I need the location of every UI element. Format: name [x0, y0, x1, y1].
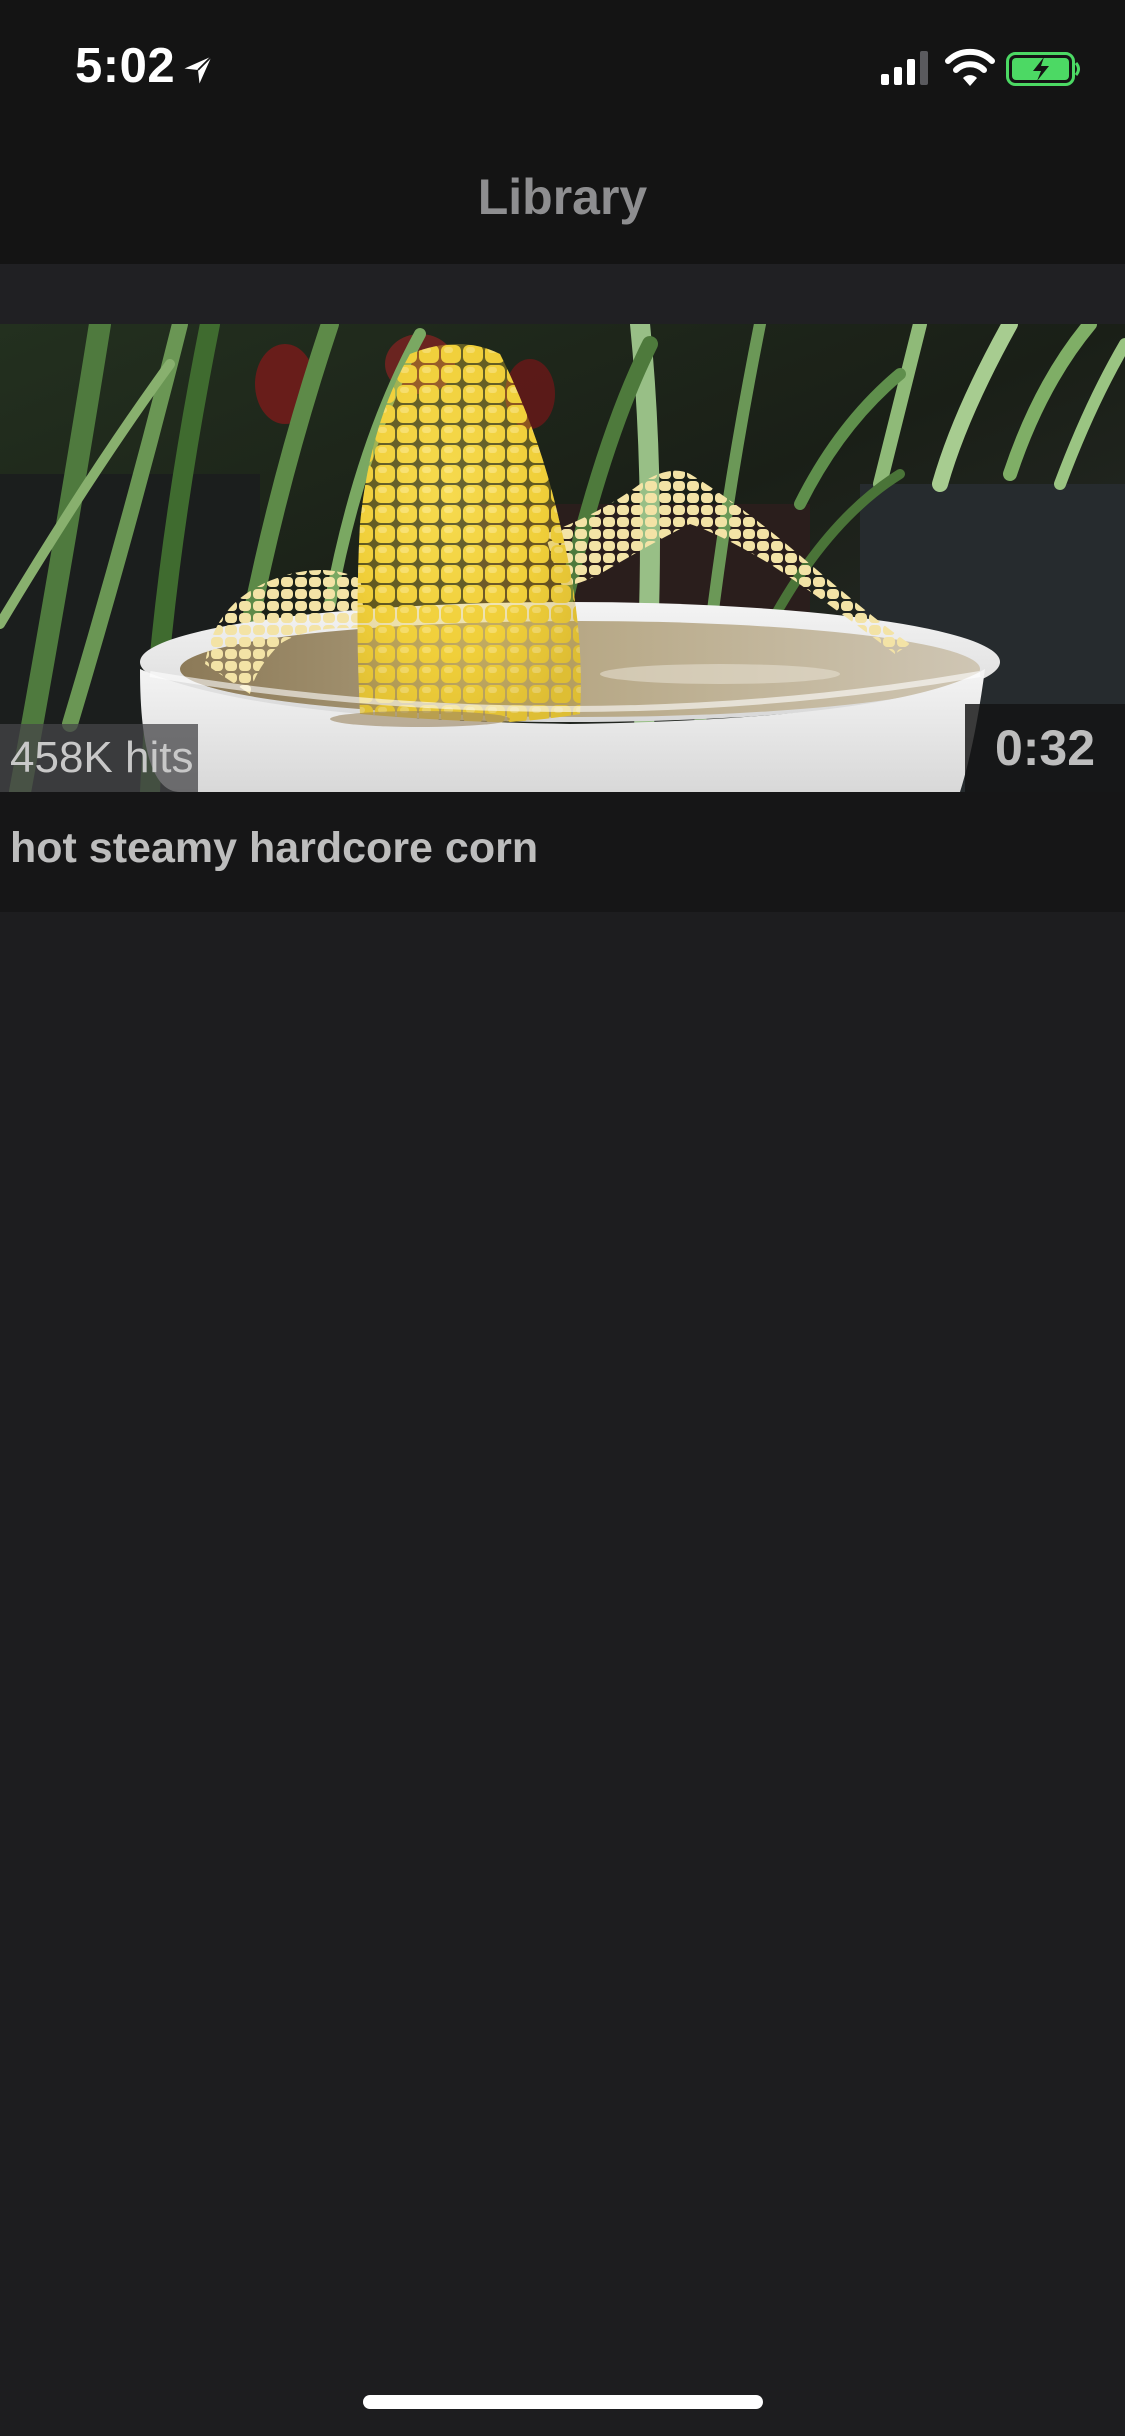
status-time: 5:02 [75, 39, 176, 93]
wifi-icon [945, 48, 995, 86]
status-bar: 5:02 [0, 0, 1125, 132]
navigation-bar: Library [0, 132, 1125, 264]
battery-charging-icon [1006, 52, 1080, 86]
corn-in-bowl-image [0, 324, 1125, 792]
home-indicator[interactable] [363, 2395, 763, 2409]
video-title[interactable]: hot steamy hardcore corn [10, 824, 538, 873]
view-count-badge: 458K hits [0, 724, 198, 792]
section-spacer [0, 264, 1125, 324]
video-list-item[interactable]: 458K hits 0:32 hot steamy hardcore corn [0, 324, 1125, 912]
video-thumbnail[interactable]: 458K hits 0:32 [0, 324, 1125, 792]
cellular-signal-icon [881, 51, 928, 85]
location-arrow-icon [184, 55, 213, 84]
duration-badge: 0:32 [965, 704, 1125, 792]
page-title: Library [477, 169, 648, 225]
